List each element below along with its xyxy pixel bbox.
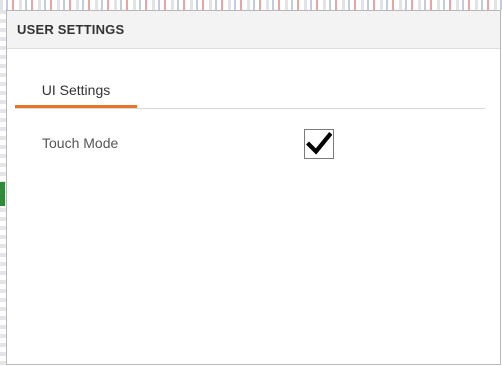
setting-row-touch-mode: Touch Mode	[7, 126, 500, 162]
tab-ui-settings[interactable]: UI Settings	[15, 74, 137, 108]
dialog-title: USER SETTINGS	[17, 22, 125, 37]
background-left-marker	[0, 182, 5, 206]
user-settings-dialog: USER SETTINGS UI Settings Touch Mode	[6, 10, 501, 365]
touch-mode-checkbox[interactable]	[304, 129, 334, 159]
checkmark-icon	[306, 132, 332, 155]
settings-tabs: UI Settings	[15, 74, 485, 109]
touch-mode-label: Touch Mode	[42, 135, 119, 151]
background-toolbar-strip	[0, 0, 502, 10]
dialog-header: USER SETTINGS	[7, 11, 500, 49]
